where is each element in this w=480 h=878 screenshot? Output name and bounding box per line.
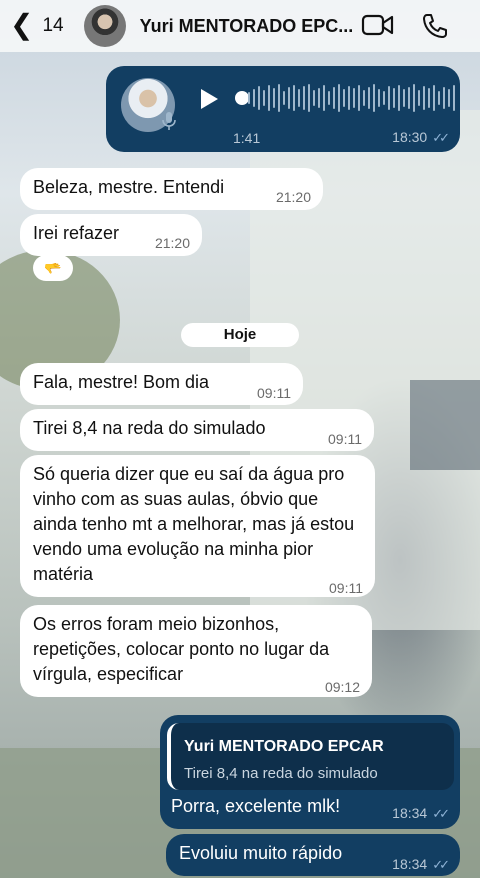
chat-header: ❮ 14 Yuri MENTORADO EPC... bbox=[0, 0, 480, 52]
message-time: 21:20 bbox=[154, 235, 190, 251]
back-button[interactable]: ❮ 14 bbox=[10, 8, 64, 40]
audio-waveform[interactable] bbox=[248, 82, 455, 114]
message-text: Fala, mestre! Bom dia bbox=[33, 372, 210, 392]
reaction-emoji[interactable]: 🫳 bbox=[33, 255, 73, 281]
message-time: 21:20 bbox=[275, 189, 311, 205]
message-text: Tirei 8,4 na reda do simulado bbox=[33, 418, 266, 438]
audio-duration: 1:41 bbox=[233, 130, 261, 146]
message-time: 18:34 ✓✓ bbox=[392, 805, 450, 821]
quoted-message[interactable]: Yuri MENTORADO EPCAR Tirei 8,4 na reda d… bbox=[167, 723, 454, 790]
date-separator: Hoje bbox=[181, 323, 299, 347]
chevron-left-icon: ❮ bbox=[10, 8, 34, 40]
read-ticks-icon: ✓✓ bbox=[432, 806, 450, 821]
reply-message-bubble[interactable]: Yuri MENTORADO EPCAR Tirei 8,4 na reda d… bbox=[160, 715, 460, 829]
contact-name[interactable]: Yuri MENTORADO EPC... bbox=[140, 16, 354, 37]
message-time: 09:11 bbox=[329, 580, 363, 596]
message-time: 09:11 bbox=[328, 431, 362, 447]
message-text: Só queria dizer que eu saí da água pro v… bbox=[33, 464, 355, 584]
message-time: 09:11 bbox=[257, 385, 291, 401]
message-text: Irei refazer bbox=[33, 223, 120, 243]
playback-scrubber[interactable] bbox=[235, 91, 249, 105]
contact-avatar[interactable] bbox=[83, 5, 126, 47]
message-bubble[interactable]: Evoluiu muito rápido 18:34 ✓✓ bbox=[166, 834, 460, 876]
message-time: 09:12 bbox=[324, 679, 360, 695]
read-ticks-icon: ✓✓ bbox=[432, 130, 450, 145]
unread-count: 14 bbox=[42, 15, 64, 36]
message-bubble[interactable]: Tirei 8,4 na reda do simulado 09:11 bbox=[20, 409, 374, 451]
message-bubble[interactable]: Só queria dizer que eu saí da água pro v… bbox=[20, 455, 375, 597]
message-text: Porra, excelente mlk! bbox=[171, 796, 341, 816]
message-bubble[interactable]: Beleza, mestre. Entendi 21:20 bbox=[20, 168, 323, 210]
quoted-text: Tirei 8,4 na reda do simulado bbox=[184, 765, 378, 782]
play-icon[interactable] bbox=[198, 87, 220, 116]
message-text: Evoluiu muito rápido bbox=[179, 843, 343, 863]
voice-message[interactable]: 1:41 18:30 ✓✓ bbox=[106, 66, 460, 152]
message-time: 18:30 ✓✓ bbox=[392, 129, 450, 145]
message-bubble[interactable]: Fala, mestre! Bom dia 09:11 bbox=[20, 363, 303, 405]
video-call-icon[interactable] bbox=[361, 12, 395, 43]
message-bubble[interactable]: Os erros foram meio bizonhos, repetições… bbox=[20, 605, 372, 697]
quoted-sender-name: Yuri MENTORADO EPCAR bbox=[184, 738, 384, 755]
message-bubble[interactable]: Irei refazer 21:20 bbox=[20, 214, 202, 256]
message-text: Os erros foram meio bizonhos, repetições… bbox=[33, 614, 330, 684]
phone-icon[interactable] bbox=[421, 12, 449, 45]
message-time: 18:34 ✓✓ bbox=[392, 852, 450, 877]
read-ticks-icon: ✓✓ bbox=[432, 857, 450, 872]
microphone-icon bbox=[161, 111, 177, 136]
message-text: Beleza, mestre. Entendi bbox=[33, 177, 225, 197]
